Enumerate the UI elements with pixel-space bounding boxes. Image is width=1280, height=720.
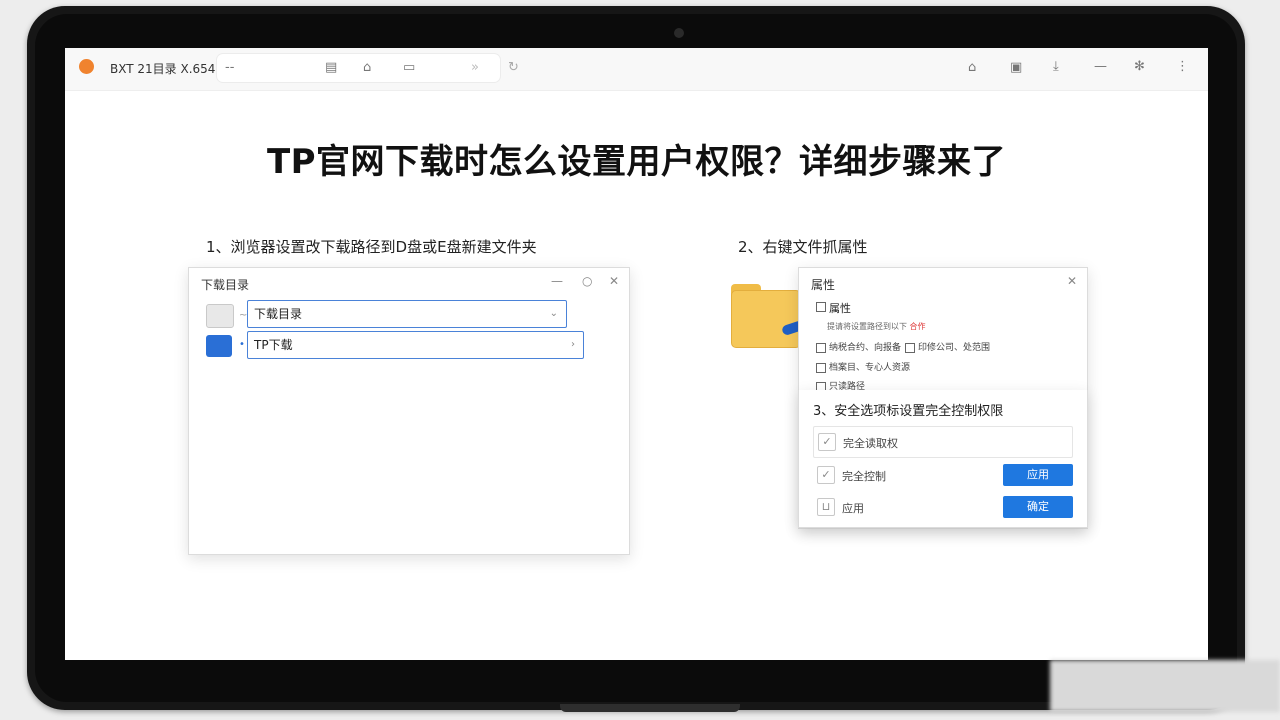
wallet-icon[interactable]: ▣ — [1010, 61, 1022, 75]
close-icon[interactable]: ✕ — [609, 274, 619, 288]
apply-row-label: 应用 — [842, 502, 864, 515]
option2-label: 印修公司、处范围 — [918, 343, 991, 353]
reload-icon[interactable]: ↻ — [508, 61, 519, 75]
pointer-icon: • — [239, 339, 245, 350]
chevron-right-icon[interactable]: › — [571, 332, 575, 358]
full-control-row[interactable]: ✓ 完全控制 应用 — [813, 460, 1073, 490]
download-directory-dialog: 下载目录 — ○ ✕ ~ 下载目录 ⌄ • TP下载 › — [188, 267, 630, 555]
close-icon[interactable]: ✕ — [1067, 274, 1077, 288]
download-path-value: 下载目录 — [254, 307, 303, 321]
step2-label: 2、右键文件抓属性 — [738, 238, 868, 256]
full-read-row[interactable]: ✓ 完全读取权 — [813, 426, 1073, 458]
full-control-label: 完全控制 — [842, 470, 886, 483]
folder-icon — [206, 304, 234, 328]
bell-icon[interactable]: ⌂ — [968, 61, 976, 75]
dialog-title: 下载目录 — [201, 278, 250, 292]
camera-icon — [674, 28, 684, 38]
checkbox-icon[interactable]: ⊔ — [817, 498, 835, 516]
new-folder-value: TP下载 — [254, 338, 293, 352]
page-title: TP官网下载时怎么设置用户权限？详细步骤来了 — [266, 142, 1007, 182]
option2-checkbox[interactable] — [905, 343, 915, 353]
checkmark-icon[interactable]: ✓ — [817, 466, 835, 484]
security-panel: 3、安全选项标设置完全控制权限 ✓ 完全读取权 ✓ 完全控制 应用 ⊔ 应用 确… — [798, 390, 1088, 528]
browser-topbar: BXT 21目录 X.6540 -- ▤ ⌂ ▭ » ↻ ⌂ ▣ ⤓ — ✻ ⋮ — [65, 48, 1208, 91]
step1-label: 1、浏览器设置改下载路径到D盘或E盘新建文件夹 — [206, 238, 537, 256]
option3-checkbox[interactable] — [816, 363, 826, 373]
home-icon[interactable]: ⌂ — [363, 61, 371, 75]
address-placeholder: -- — [225, 60, 235, 75]
apply-button[interactable]: 应用 — [1003, 464, 1073, 486]
minimize-icon[interactable]: — — [1094, 60, 1107, 74]
more-icon[interactable]: ⋮ — [1176, 60, 1189, 74]
tab-icon[interactable]: ▭ — [403, 61, 415, 75]
download-icon[interactable]: ⤓ — [1053, 60, 1059, 74]
ok-button[interactable]: 确定 — [1003, 496, 1073, 518]
properties-checkbox[interactable] — [816, 302, 826, 312]
minimize-icon[interactable]: — — [551, 274, 563, 288]
step3-label: 3、安全选项标设置完全控制权限 — [813, 404, 1004, 419]
properties-description: 提请将设置路径到以下 合作 — [827, 322, 926, 331]
new-folder-field[interactable]: TP下载 › — [247, 331, 584, 359]
chevron-down-icon[interactable]: ⌄ — [550, 301, 558, 327]
screen: BXT 21目录 X.6540 -- ▤ ⌂ ▭ » ↻ ⌂ ▣ ⤓ — ✻ ⋮… — [65, 48, 1208, 660]
maximize-icon[interactable]: ○ — [582, 274, 592, 288]
watermark-blur — [1050, 660, 1280, 712]
properties-section-label: 属性 — [829, 302, 851, 315]
option1-label: 纳税合约、向报备 — [829, 343, 902, 353]
option1-checkbox[interactable] — [816, 343, 826, 353]
apply-row[interactable]: ⊔ 应用 确定 — [813, 492, 1073, 522]
save-icon[interactable]: ▤ — [325, 61, 337, 75]
app-title: BXT 21目录 X.6540 — [110, 62, 224, 76]
yellow-folder-icon — [731, 290, 801, 348]
app-logo-icon — [79, 59, 94, 74]
full-read-label: 完全读取权 — [843, 437, 898, 450]
option3-label: 档案目、专心人资源 — [829, 363, 911, 373]
checkmark-icon[interactable]: ✓ — [818, 433, 836, 451]
laptop-hinge — [560, 704, 740, 712]
folder-blue-icon — [206, 335, 232, 357]
download-path-field[interactable]: 下载目录 ⌄ — [247, 300, 567, 328]
properties-title: 属性 — [811, 278, 836, 292]
settings-icon[interactable]: ✻ — [1134, 60, 1145, 74]
address-bar[interactable]: -- ▤ ⌂ ▭ » — [217, 54, 500, 82]
forward-icon[interactable]: » — [471, 61, 479, 75]
